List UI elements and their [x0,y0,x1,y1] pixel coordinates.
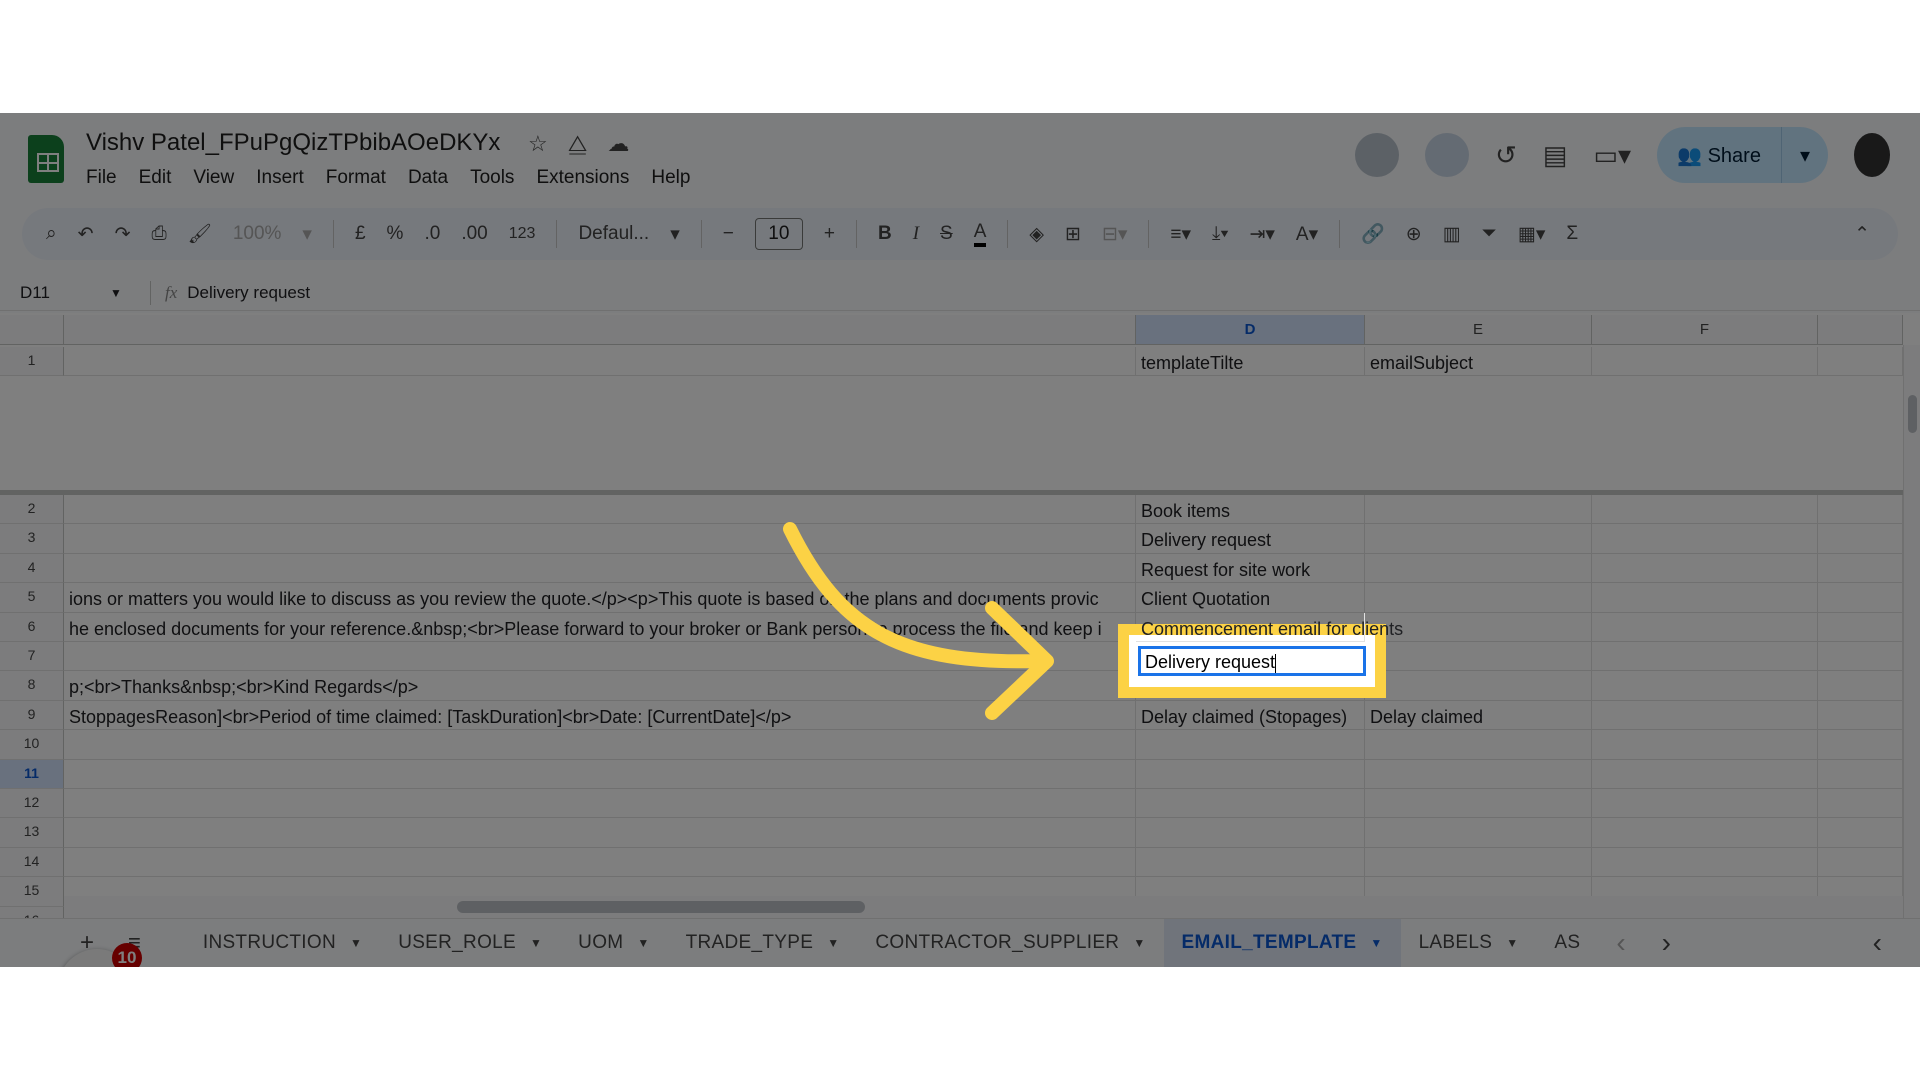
cell-d6[interactable]: Commencement email for clients [1136,612,1403,642]
annotation-arrow-icon [783,522,1054,720]
